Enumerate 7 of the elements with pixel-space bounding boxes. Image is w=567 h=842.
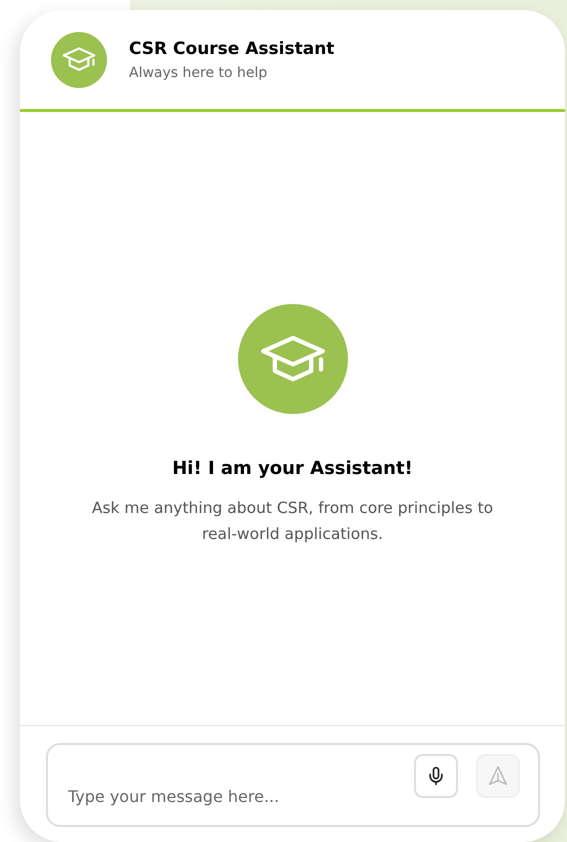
- microphone-button[interactable]: [414, 754, 458, 798]
- welcome-heading: Hi! I am your Assistant!: [172, 458, 413, 479]
- assistant-title: CSR Course Assistant: [129, 38, 334, 58]
- send-icon: [487, 765, 509, 787]
- welcome-text: Ask me anything about CSR, from core principles to real-world applications.: [90, 498, 494, 545]
- graduation-cap-icon: [62, 46, 96, 74]
- assistant-subtitle: Always here to help: [129, 64, 268, 80]
